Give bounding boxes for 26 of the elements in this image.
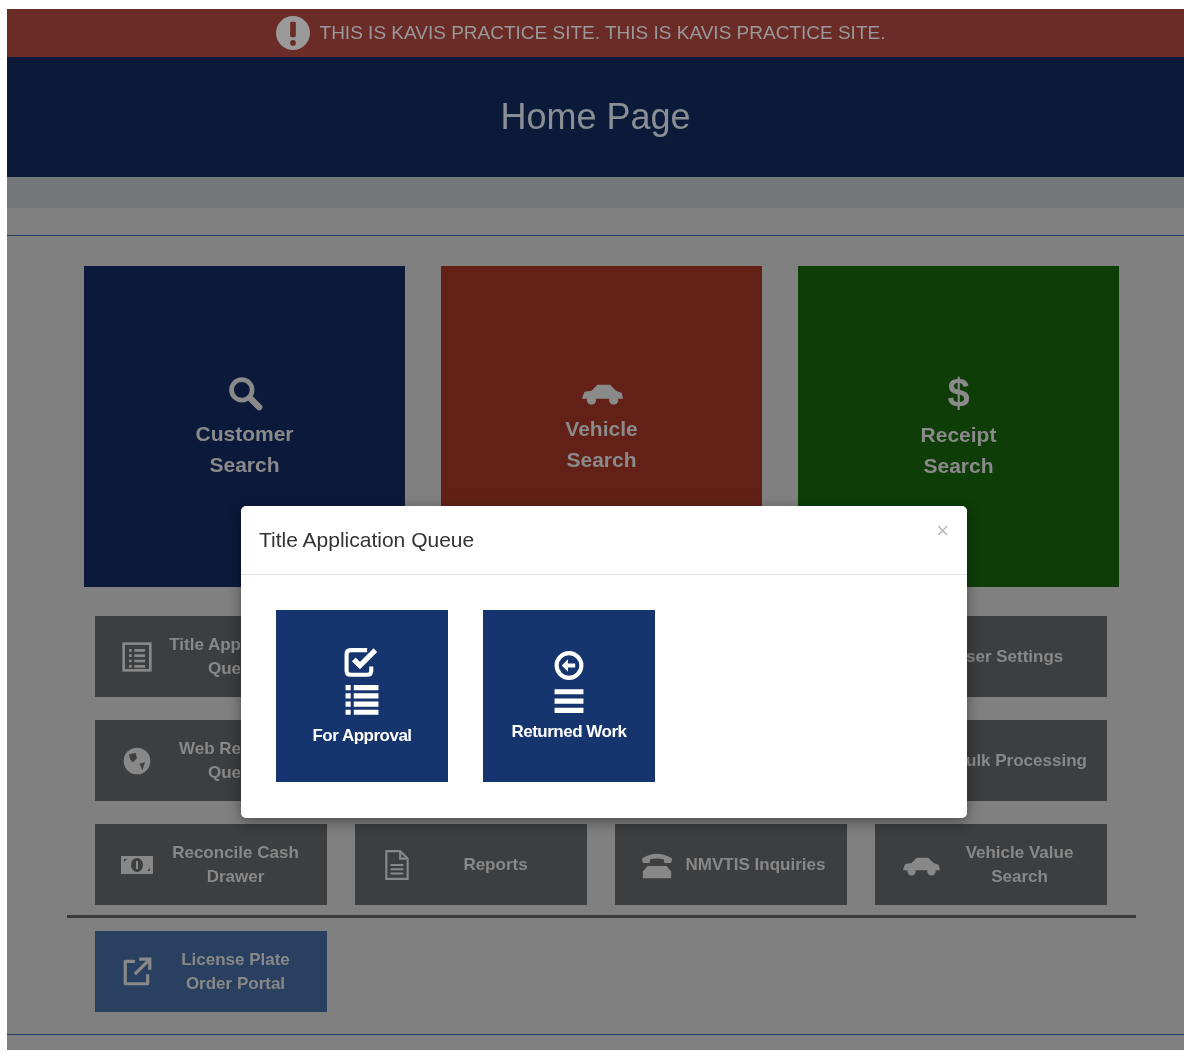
tile-label: Reports (462, 853, 529, 876)
dollar-icon: $ (947, 372, 970, 413)
tile-label: Customer Search (195, 420, 294, 478)
tile-label: ulk Processing (966, 749, 1088, 772)
queue-button[interactable]: For Approval (276, 610, 448, 782)
menu-tile[interactable]: Vehicle Value Search (875, 824, 1107, 905)
tile-label: Receipt Search (920, 421, 997, 479)
tile-label: Title App Que (168, 633, 241, 680)
list-icon (120, 640, 154, 673)
menu-tile[interactable]: NMVTIS Inquiries (615, 824, 847, 905)
close-button[interactable]: × (936, 520, 949, 542)
banner-text: THIS IS KAVIS PRACTICE SITE. THIS IS KAVIS PRACTICE SITE. (319, 22, 886, 44)
tile-label: ser Settings (966, 645, 1065, 668)
queue-button[interactable]: Returned Work (483, 610, 655, 782)
menu-tile[interactable]: Reconcile Cash Drawer (95, 824, 327, 905)
tile-label: Web Re Que (177, 737, 241, 784)
tile-label: License Plate Order Portal (180, 948, 291, 995)
alert-icon (275, 16, 310, 50)
menu-tile[interactable]: License Plate Order Portal (95, 931, 327, 1012)
button-label: Returned Work (511, 722, 627, 742)
tile-label: Reconcile Cash Drawer (171, 841, 300, 888)
page-title: Home Page (500, 96, 691, 138)
tile-label: Vehicle Value Search (964, 841, 1075, 888)
tile-label: NMVTIS Inquiries (684, 853, 827, 876)
tile-label: Vehicle Search (565, 415, 638, 473)
menu-tile[interactable]: Reports (355, 824, 587, 905)
